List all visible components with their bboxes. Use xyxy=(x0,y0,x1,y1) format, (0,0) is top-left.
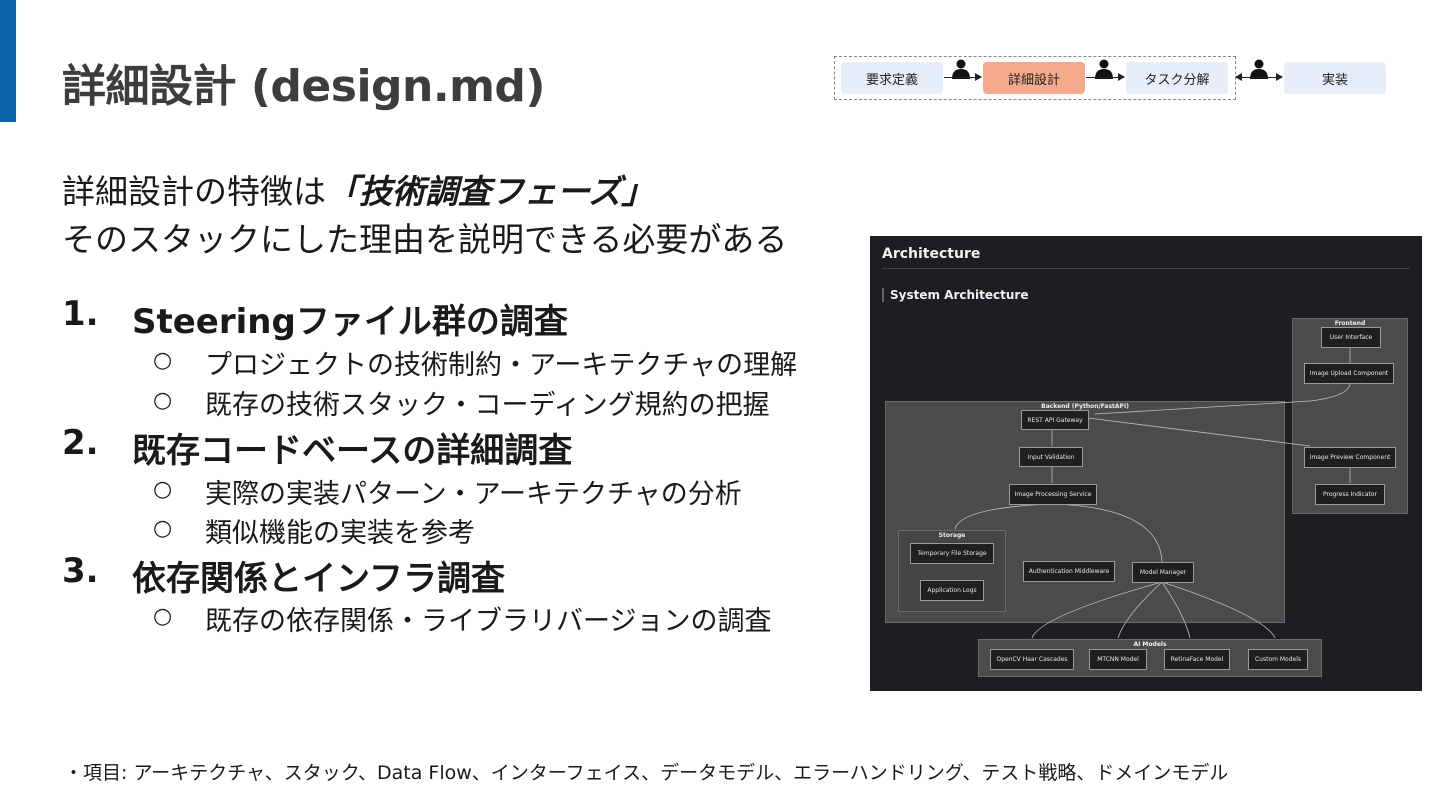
sub-item: 実際の実装パターン・アーキテクチャの分析 xyxy=(205,479,742,510)
bullet-icon: ○ xyxy=(153,516,173,541)
flow-step-tasks: タスク分解 xyxy=(1126,62,1228,94)
list-number: 3. xyxy=(62,551,99,591)
list-number: 2. xyxy=(62,423,99,463)
node-input-validation: Input Validation xyxy=(1019,447,1083,467)
architecture-diagram: Architecture System Architecture Fronten… xyxy=(870,236,1422,691)
flow-step-requirements: 要求定義 xyxy=(841,62,943,94)
person-icon xyxy=(952,59,970,79)
flow-arrow-bidirectional xyxy=(1235,73,1283,81)
flow-step-design: 詳細設計 xyxy=(983,62,1085,94)
list-item: Steeringファイル群の調査 xyxy=(132,302,568,342)
node-temp-storage: Temporary File Storage xyxy=(910,543,994,564)
node-retinaface: RetinaFace Model xyxy=(1164,649,1230,670)
lead-line-1: 詳細設計の特徴は「技術調査フェーズ」 xyxy=(62,165,654,213)
bullet-icon: ○ xyxy=(153,348,173,373)
lead-emphasis: 「技術調査フェーズ」 xyxy=(326,172,655,211)
list-item: 依存関係とインフラ調査 xyxy=(132,559,505,599)
sub-item: 既存の依存関係・ライブラリバージョンの調査 xyxy=(205,606,772,637)
list-item: 既存コードベースの詳細調査 xyxy=(132,431,573,471)
flow-step-implementation: 実装 xyxy=(1284,62,1386,94)
node-image-upload: Image Upload Component xyxy=(1304,363,1394,384)
footer-note: ・項目: アーキテクチャ、スタック、Data Flow、インターフェイス、データ… xyxy=(64,762,1229,784)
node-mtcnn: MTCNN Model xyxy=(1089,649,1147,670)
flow-arrow xyxy=(1086,73,1125,81)
node-custom-models: Custom Models xyxy=(1248,649,1308,670)
node-opencv: OpenCV Haar Cascades xyxy=(990,649,1074,670)
page-title: 詳細設計 (design.md) xyxy=(62,61,546,112)
bullet-icon: ○ xyxy=(153,604,173,629)
lead-line-2: そのスタックにした理由を説明できる必要がある xyxy=(62,220,788,259)
bullet-icon: ○ xyxy=(153,388,173,413)
node-progress-indicator: Progress Indicator xyxy=(1315,484,1385,505)
lead-prefix: 詳細設計の特徴は xyxy=(62,172,326,211)
node-model-manager: Model Manager xyxy=(1132,562,1194,583)
list-number: 1. xyxy=(62,294,99,334)
node-image-processing: Image Processing Service xyxy=(1009,484,1097,505)
flow-arrow xyxy=(944,73,982,81)
accent-bar xyxy=(0,0,16,122)
node-auth-middleware: Authentication Middleware xyxy=(1023,561,1115,582)
node-app-logs: Application Logs xyxy=(920,580,984,601)
node-image-preview: Image Preview Component xyxy=(1304,447,1396,468)
node-rest-api-gateway: REST API Gateway xyxy=(1021,410,1089,430)
person-icon xyxy=(1250,59,1268,79)
sub-item: プロジェクトの技術制約・アーキテクチャの理解 xyxy=(205,350,798,381)
person-icon xyxy=(1095,59,1113,79)
sub-item: 類似機能の実装を参考 xyxy=(205,518,475,549)
sub-item: 既存の技術スタック・コーディング規約の把握 xyxy=(205,390,770,421)
node-user-interface: User Interface xyxy=(1321,327,1381,348)
bullet-icon: ○ xyxy=(153,477,173,502)
